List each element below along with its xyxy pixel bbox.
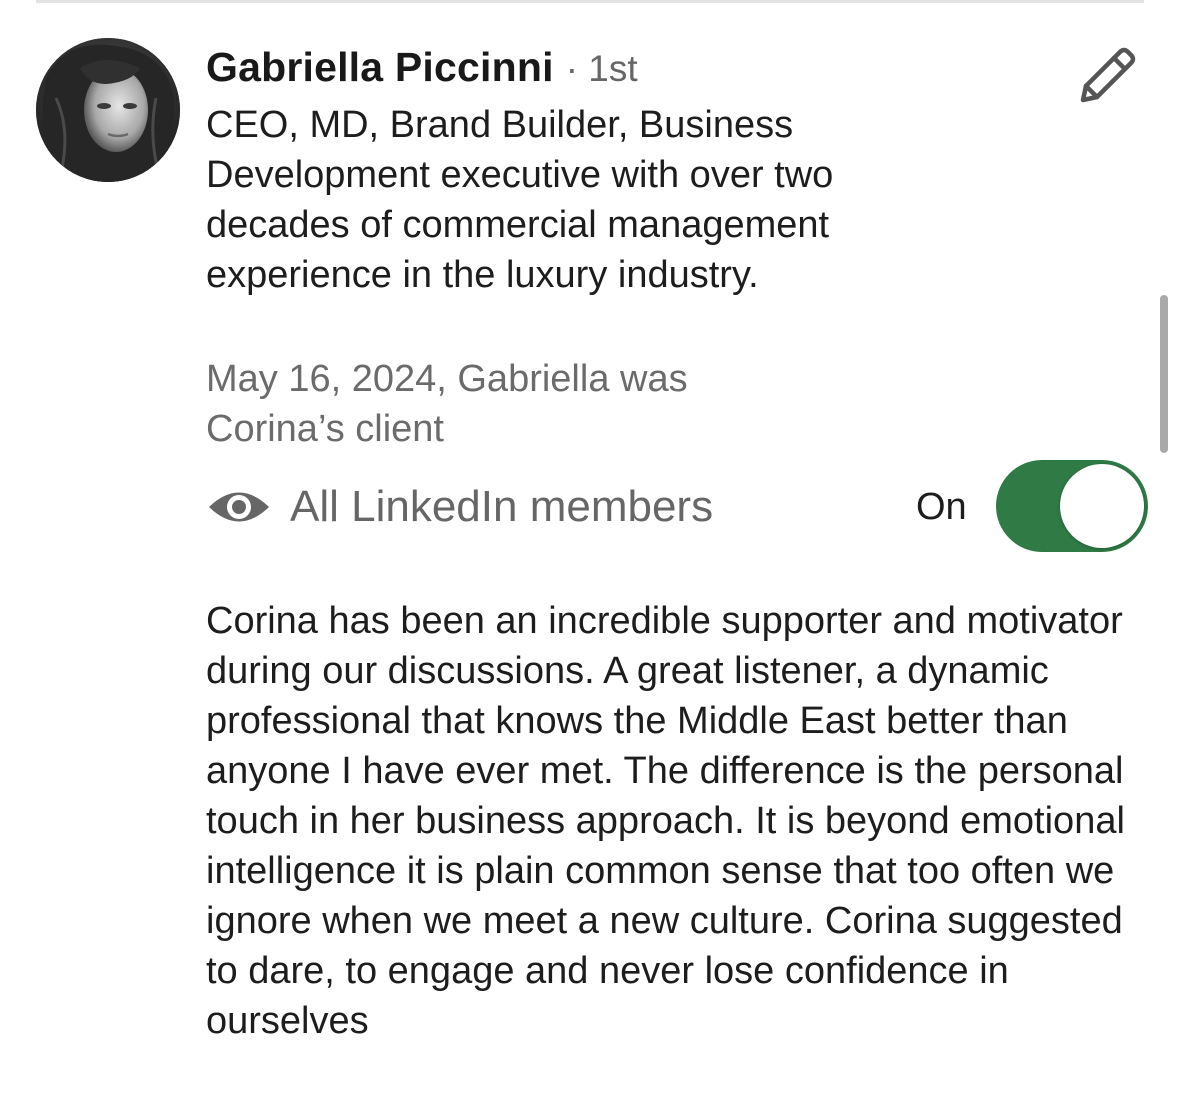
visibility-toggle[interactable] xyxy=(996,460,1148,552)
avatar[interactable] xyxy=(36,38,180,182)
toggle-knob xyxy=(1060,464,1144,548)
author-row: Gabriella Piccinni · 1st xyxy=(206,44,1146,98)
visibility-row: All LinkedIn members On xyxy=(206,460,1148,556)
recommendation-card: Gabriella Piccinni · 1st CEO, MD, Brand … xyxy=(206,44,1148,1046)
visibility-label: All LinkedIn members xyxy=(290,482,714,531)
toggle-state-label: On xyxy=(916,486,967,528)
top-divider xyxy=(36,0,1144,3)
avatar-photo xyxy=(36,38,180,182)
pencil-icon[interactable] xyxy=(1074,42,1140,108)
eye-icon xyxy=(209,492,269,522)
author-name[interactable]: Gabriella Piccinni xyxy=(206,44,554,91)
scrollbar[interactable] xyxy=(1160,295,1168,453)
author-headline: CEO, MD, Brand Builder, Business Develop… xyxy=(206,104,834,296)
connection-degree: · 1st xyxy=(565,48,638,89)
relationship-text: May 16, 2024, Gabriella was Corina’s cli… xyxy=(206,358,688,450)
recommendation-text: Corina has been an incredible supporter … xyxy=(206,600,1125,1042)
